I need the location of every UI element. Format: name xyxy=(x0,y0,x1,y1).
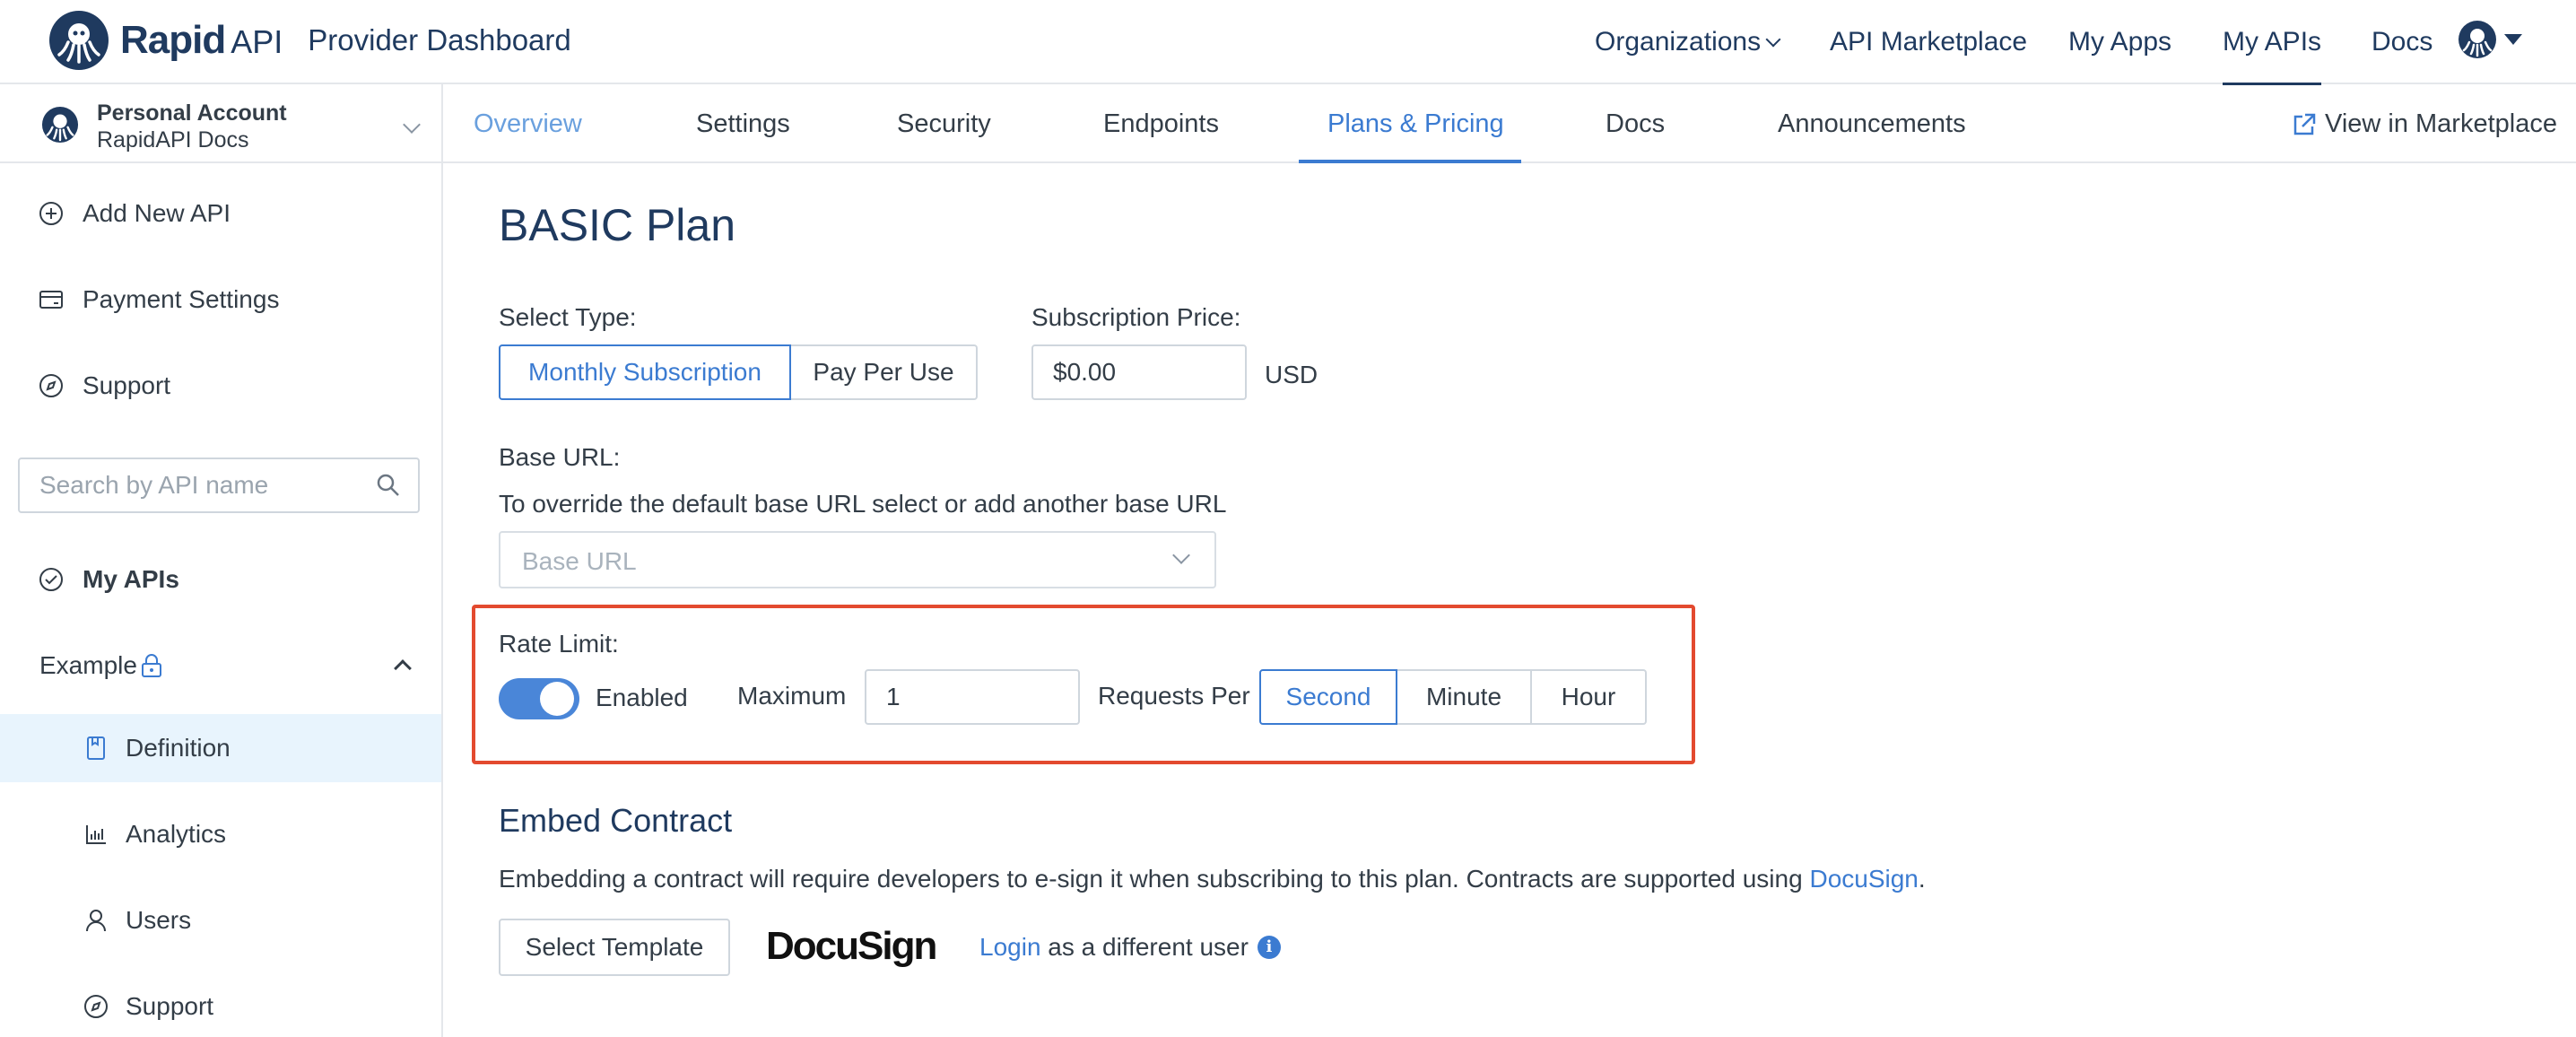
check-circle-icon xyxy=(39,568,63,591)
api-search-input[interactable] xyxy=(20,459,361,511)
login-suffix: as a different user xyxy=(1048,933,1249,961)
tab-plans-pricing[interactable]: Plans & Pricing xyxy=(1327,109,1504,139)
user-avatar-icon[interactable] xyxy=(2458,20,2497,59)
tab-security[interactable]: Security xyxy=(897,109,991,139)
period-hour-button[interactable]: Hour xyxy=(1532,669,1647,725)
external-link-icon xyxy=(2293,113,2316,135)
sidebar-item-label: Payment Settings xyxy=(83,285,280,313)
login-link[interactable]: Login xyxy=(979,933,1041,962)
embed-contract-title: Embed Contract xyxy=(499,802,733,839)
active-tab-indicator xyxy=(1299,160,1521,163)
subscription-price-label: Subscription Price: xyxy=(1031,303,1241,331)
tab-announcements[interactable]: Announcements xyxy=(1778,109,1966,139)
brand-suffix: API xyxy=(231,23,283,60)
docusign-logo: DocuSign xyxy=(766,924,937,968)
sidebar-item-label: Support xyxy=(126,992,214,1020)
sidebar-item-label: Users xyxy=(126,906,192,934)
type-monthly-subscription-button[interactable]: Monthly Subscription xyxy=(499,344,791,400)
account-avatar-icon xyxy=(41,106,79,144)
chevron-down-icon xyxy=(403,116,421,134)
search-icon[interactable] xyxy=(375,472,402,499)
user-icon xyxy=(86,910,106,932)
sidebar-item-analytics[interactable]: Analytics xyxy=(0,807,441,861)
api-tabs: Overview Settings Security Endpoints Pla… xyxy=(443,84,2576,163)
period-second-button[interactable]: Second xyxy=(1259,669,1397,725)
lock-icon xyxy=(142,654,161,677)
sidebar-item-definition[interactable]: Definition xyxy=(0,714,441,782)
sidebar-item-label: Add New API xyxy=(83,199,231,227)
currency-label: USD xyxy=(1265,361,1318,388)
docusign-link[interactable]: DocuSign xyxy=(1809,865,1918,893)
period-minute-button[interactable]: Minute xyxy=(1397,669,1532,725)
bar-chart-icon xyxy=(86,825,106,844)
page-title: BASIC Plan xyxy=(499,200,736,250)
sidebar-item-label: Definition xyxy=(126,734,231,762)
chevron-down-icon xyxy=(1765,31,1781,48)
base-url-placeholder: Base URL xyxy=(522,547,637,575)
select-type-label: Select Type: xyxy=(499,303,637,331)
brand-name: Rapid xyxy=(120,18,226,62)
sidebar-item-payment-settings[interactable]: Payment Settings xyxy=(0,273,441,327)
rapidapi-logo-icon xyxy=(49,11,109,70)
sidebar-item-support[interactable]: Support xyxy=(0,359,441,413)
sidebar-item-label: Support xyxy=(83,371,171,399)
tab-endpoints[interactable]: Endpoints xyxy=(1103,109,1219,139)
sidebar-item-users[interactable]: Users xyxy=(0,893,441,947)
enabled-label: Enabled xyxy=(596,684,688,711)
top-header: Rapid API Provider Dashboard Organization… xyxy=(0,0,2576,85)
view-in-marketplace-label: View in Marketplace xyxy=(2325,109,2557,138)
document-icon xyxy=(87,736,105,760)
product-name: Provider Dashboard xyxy=(308,23,571,57)
nav-organizations-label: Organizations xyxy=(1595,27,1762,57)
nav-my-apps[interactable]: My Apps xyxy=(2068,27,2171,57)
view-in-marketplace-link[interactable]: View in Marketplace xyxy=(2291,109,2557,139)
account-subtitle: RapidAPI Docs xyxy=(97,127,249,152)
chevron-down-icon xyxy=(1172,546,1190,564)
brand-logo[interactable]: Rapid API Provider Dashboard xyxy=(48,9,571,72)
type-pay-per-use-button[interactable]: Pay Per Use xyxy=(791,344,978,400)
rate-limit-label: Rate Limit: xyxy=(499,630,619,658)
account-menu-caret-icon[interactable] xyxy=(2504,34,2522,45)
rate-period-selector: Second Minute Hour xyxy=(1259,669,1647,725)
docusign-login-line: Login as a different user i xyxy=(979,933,1281,962)
plan-type-selector: Monthly Subscription Pay Per Use xyxy=(499,344,978,400)
sidebar-api-example[interactable]: Example xyxy=(0,639,441,693)
embed-description-text: Embedding a contract will require develo… xyxy=(499,865,1803,893)
compass-icon xyxy=(39,374,63,397)
sidebar-item-add-new-api[interactable]: Add New API xyxy=(0,187,441,240)
account-name: Personal Account xyxy=(97,100,287,126)
sidebar-item-label: My APIs xyxy=(83,565,179,593)
credit-card-icon xyxy=(39,291,63,309)
info-icon[interactable]: i xyxy=(1257,936,1281,959)
subscription-price-input[interactable] xyxy=(1031,344,1247,400)
base-url-help: To override the default base URL select … xyxy=(499,490,1227,518)
description-period: . xyxy=(1918,865,1926,893)
base-url-select[interactable]: Base URL xyxy=(499,531,1216,588)
sidebar-item-label: Analytics xyxy=(126,820,227,848)
tab-overview[interactable]: Overview xyxy=(474,109,582,139)
chevron-up-icon[interactable] xyxy=(394,659,412,677)
tab-docs[interactable]: Docs xyxy=(1606,109,1665,139)
api-name: Example xyxy=(39,651,137,679)
select-template-button[interactable]: Select Template xyxy=(499,919,730,976)
sidebar-item-my-apis[interactable]: My APIs xyxy=(0,553,441,606)
embed-contract-description: Embedding a contract will require develo… xyxy=(499,865,1926,893)
nav-my-apis[interactable]: My APIs xyxy=(2223,27,2322,85)
toggle-knob xyxy=(540,682,574,716)
api-search xyxy=(18,458,420,513)
account-switcher[interactable]: Personal Account RapidAPI Docs xyxy=(0,84,441,163)
nav-organizations[interactable]: Organizations xyxy=(1595,27,1781,57)
maximum-label: Maximum xyxy=(737,682,847,710)
requests-per-label: Requests Per xyxy=(1098,682,1250,710)
sidebar: Personal Account RapidAPI Docs Add New A… xyxy=(0,84,443,1037)
nav-api-marketplace[interactable]: API Marketplace xyxy=(1830,27,2027,57)
maximum-requests-input[interactable] xyxy=(865,669,1080,725)
nav-docs[interactable]: Docs xyxy=(2371,27,2432,57)
rate-limit-toggle[interactable] xyxy=(499,678,579,719)
plus-circle-icon xyxy=(39,202,63,225)
base-url-label: Base URL: xyxy=(499,443,621,471)
tab-settings[interactable]: Settings xyxy=(696,109,790,139)
sidebar-item-api-support[interactable]: Support xyxy=(0,980,441,1033)
compass-icon xyxy=(84,995,108,1018)
